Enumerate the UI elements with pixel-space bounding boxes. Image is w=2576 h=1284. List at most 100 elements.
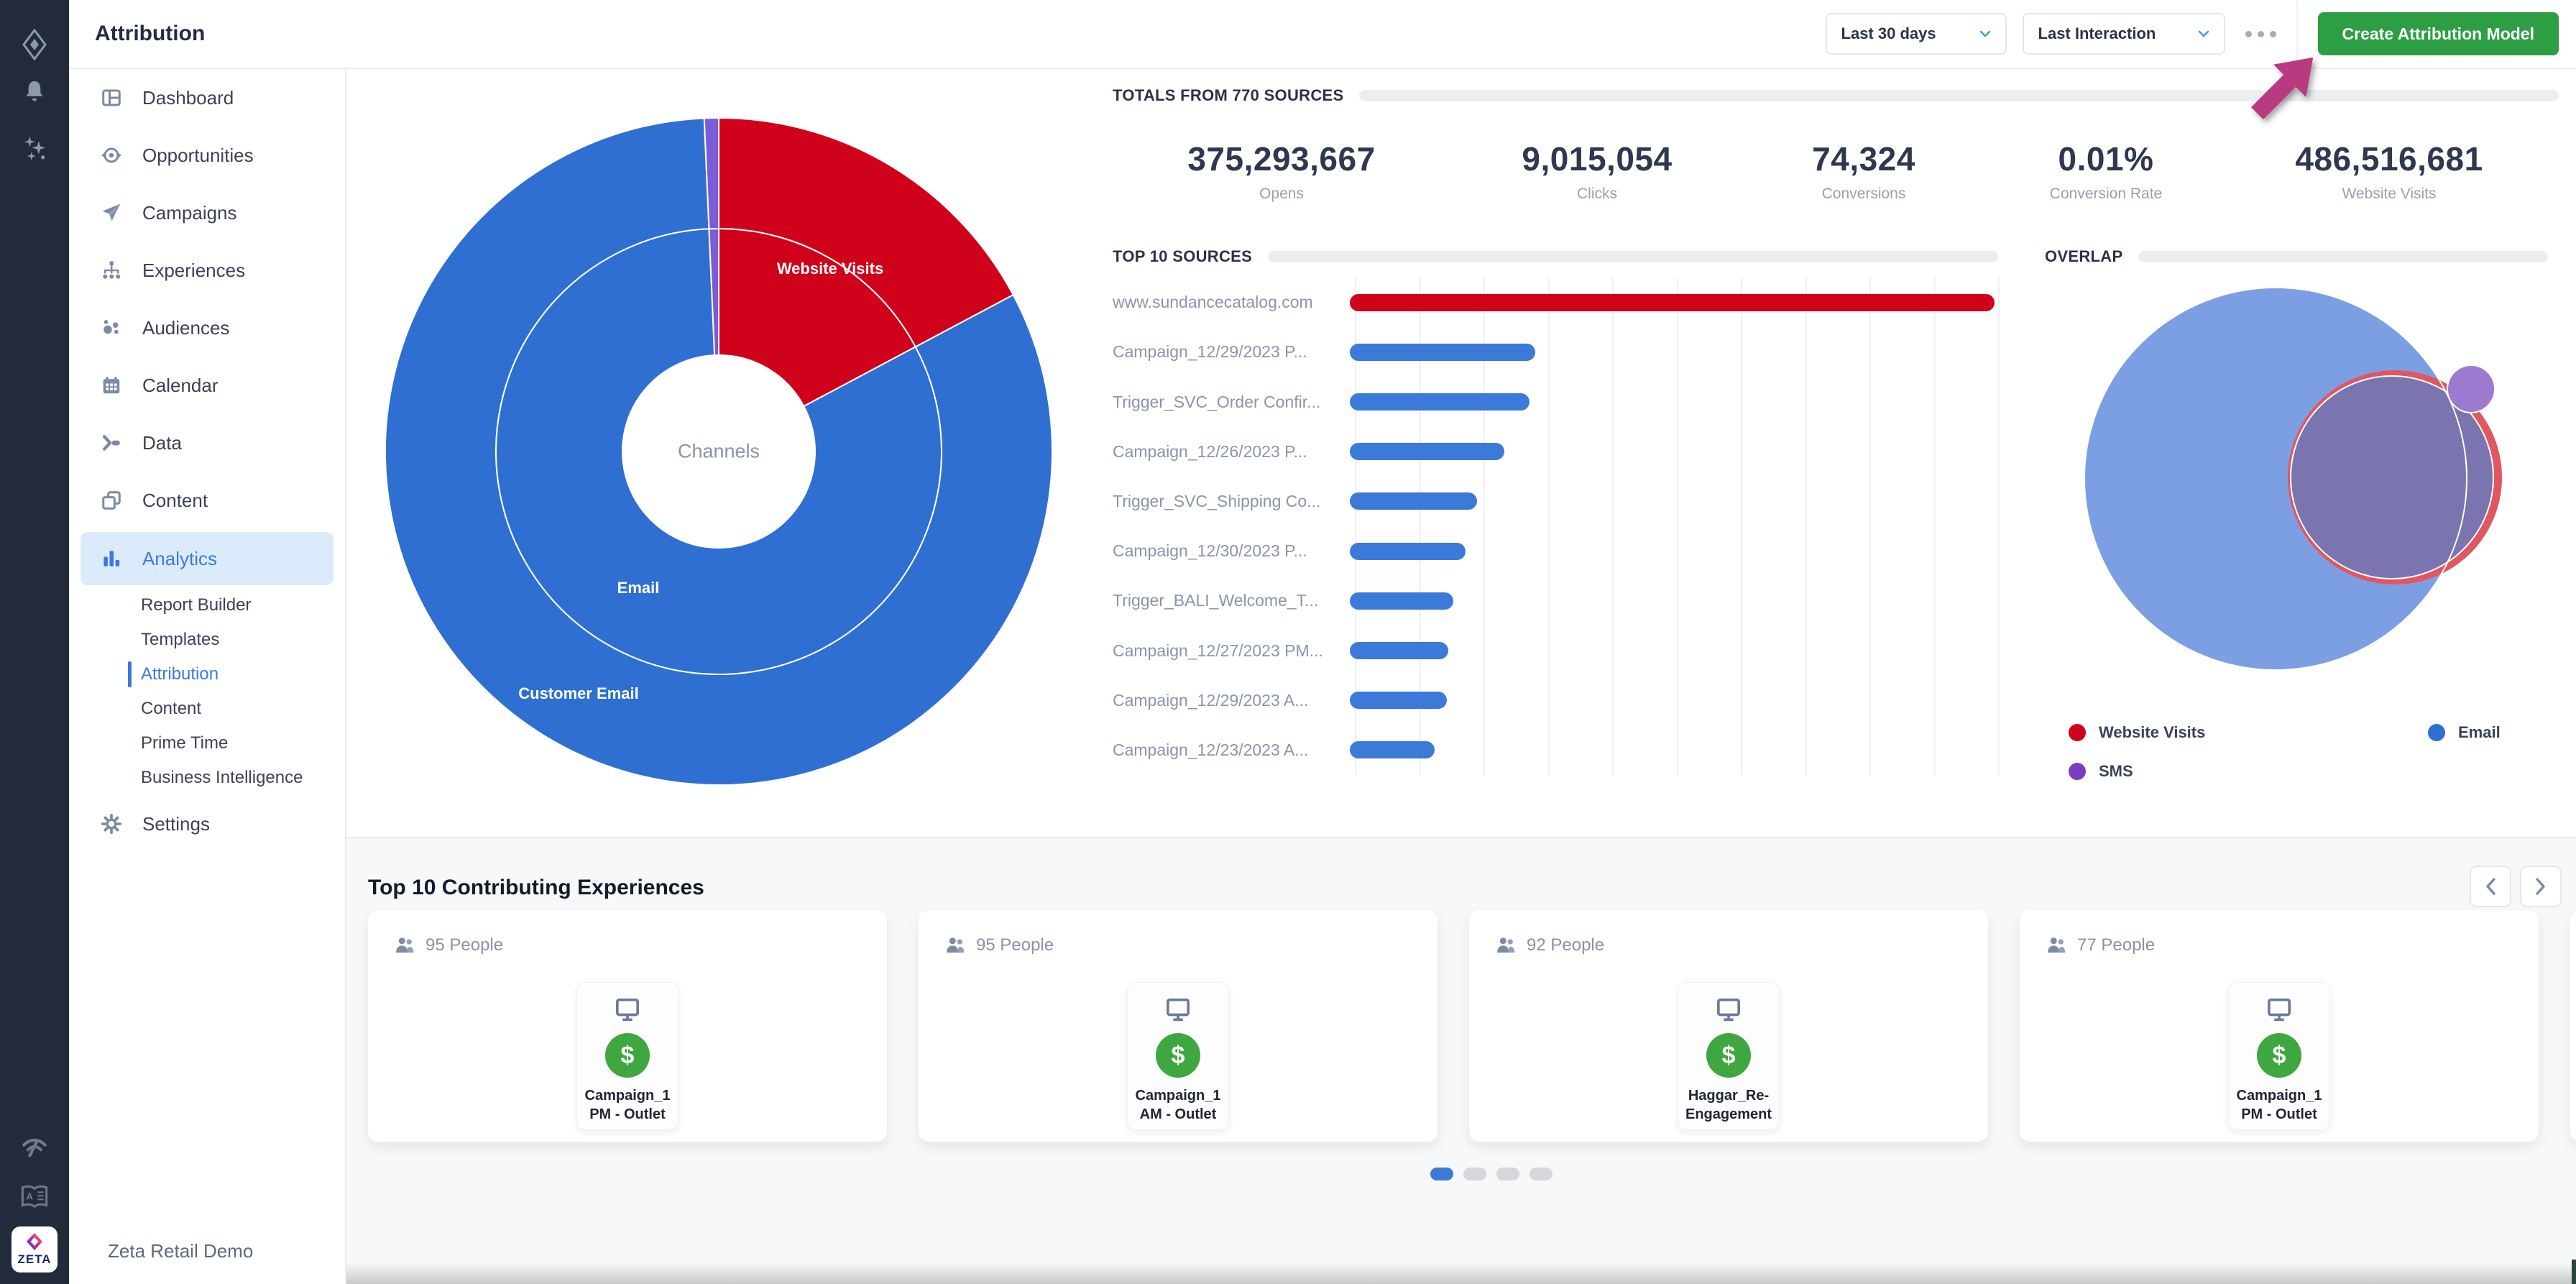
sidebar-item-calendar[interactable]: Calendar: [69, 357, 345, 414]
dashboard-icon: [101, 87, 122, 109]
sidebar-item-label: Campaigns: [142, 202, 237, 224]
source-bar: [1350, 344, 1535, 361]
sidebar-nav: Dashboard Opportunities Campaigns Experienc…: [69, 69, 345, 853]
source-row[interactable]: Trigger_BALI_Welcome_T...: [1113, 576, 2000, 625]
carousel-prev-button[interactable]: [2470, 866, 2511, 907]
sidebar-item-label: Data: [142, 432, 182, 454]
stat-website-visits: 486,516,681Website Visits: [2295, 139, 2483, 203]
people-icon: [394, 935, 415, 956]
date-range-value: Last 30 days: [1841, 24, 1936, 43]
source-label: Trigger_SVC_Order Confir...: [1113, 393, 1350, 412]
svg-text:A: A: [26, 1191, 33, 1201]
submenu-item-content[interactable]: Content: [69, 692, 345, 726]
source-label: Campaign_12/30/2023 P...: [1113, 541, 1350, 561]
overlap-section-bar: [2138, 251, 2548, 262]
source-row[interactable]: Campaign_12/29/2023 P...: [1113, 327, 2000, 377]
experience-name: Haggar_Re-Engagement: [1678, 1086, 1779, 1124]
sidebar-item-label: Opportunities: [142, 145, 254, 167]
source-row[interactable]: Trigger_SVC_Shipping Co...: [1113, 477, 2000, 526]
contributing-experiences-section: Top 10 Contributing Experiences 95 Peopl…: [346, 837, 2576, 1284]
ai-sparkles-icon[interactable]: [0, 134, 69, 165]
date-range-dropdown[interactable]: Last 30 days: [1826, 13, 2007, 55]
experience-card[interactable]: [2570, 910, 2576, 1142]
sidebar-item-campaigns[interactable]: Campaigns: [69, 184, 345, 242]
source-row[interactable]: Trigger_SVC_Order Confir...: [1113, 377, 2000, 426]
source-bar-track: [1350, 741, 1995, 758]
signal-icon[interactable]: [0, 1134, 69, 1160]
source-bar-track: [1350, 294, 1995, 311]
notifications-bell-icon[interactable]: [0, 78, 69, 106]
zeta-diamond-logo-icon[interactable]: [0, 29, 69, 60]
legend-label: Website Visits: [2099, 723, 2205, 742]
experience-card[interactable]: 95 People$Campaign_1 AM - Outlet: [919, 910, 1438, 1142]
app-rail: A ZETA: [0, 0, 69, 1284]
sidebar-item-dashboard[interactable]: Dashboard: [69, 69, 345, 127]
attribution-main: TOTALS FROM 770 SOURCES 375,293,667Opens…: [346, 70, 2576, 837]
legend-label: Email: [2458, 723, 2501, 742]
experience-node: $Campaign_1 PM - Outlet: [2228, 982, 2330, 1130]
content-icon: [101, 490, 122, 511]
source-row[interactable]: Campaign_12/27/2023 PM...: [1113, 625, 2000, 675]
submenu-item-attribution[interactable]: Attribution: [69, 657, 345, 692]
chevron-left-icon: [2485, 877, 2496, 896]
monitor-icon: [1164, 983, 1192, 1023]
calendar-icon: [101, 375, 122, 396]
pagination-dot[interactable]: [1496, 1168, 1519, 1180]
submenu-item-report-builder[interactable]: Report Builder: [69, 588, 345, 623]
experience-cards: 95 People$Campaign_1 PM - Outlet95 Peopl…: [368, 910, 2576, 1142]
submenu-item-prime-time[interactable]: Prime Time: [69, 726, 345, 761]
experience-card[interactable]: 77 People$Campaign_1 PM - Outlet: [2020, 910, 2539, 1142]
chevron-down-icon: [1979, 30, 1991, 37]
gear-icon: [101, 813, 122, 835]
sidebar-item-analytics[interactable]: Analytics: [80, 532, 334, 585]
header: Attribution Last 30 days Last Interactio…: [69, 0, 2576, 69]
experience-card[interactable]: 92 People$Haggar_Re-Engagement: [1469, 910, 1988, 1142]
experience-card[interactable]: 95 People$Campaign_1 PM - Outlet: [368, 910, 887, 1142]
sidebar-item-data[interactable]: Data: [69, 414, 345, 472]
sidebar-item-opportunities[interactable]: Opportunities: [69, 127, 345, 184]
source-label: www.sundancecatalog.com: [1113, 293, 1350, 312]
source-row[interactable]: Campaign_12/26/2023 P...: [1113, 427, 2000, 477]
sidebar-item-settings[interactable]: Settings: [69, 795, 345, 853]
submenu-item-templates[interactable]: Templates: [69, 623, 345, 657]
source-row[interactable]: Campaign_12/23/2023 A...: [1113, 725, 2000, 775]
source-bar-track: [1350, 543, 1995, 560]
source-label: Campaign_12/27/2023 PM...: [1113, 641, 1350, 661]
zeta-logo[interactable]: ZETA: [12, 1226, 58, 1272]
glossary-book-icon[interactable]: A: [0, 1185, 69, 1209]
pagination-dot[interactable]: [1463, 1168, 1486, 1180]
people-icon: [1495, 935, 1517, 956]
source-row[interactable]: Campaign_12/30/2023 P...: [1113, 526, 2000, 576]
carousel-next-button[interactable]: [2520, 866, 2562, 907]
people-icon: [2046, 935, 2067, 956]
attribution-model-dropdown[interactable]: Last Interaction: [2023, 13, 2225, 55]
totals-section-header: TOTALS FROM 770 SOURCES: [1113, 86, 2559, 105]
pagination-dot[interactable]: [1430, 1168, 1453, 1180]
source-row[interactable]: Campaign_12/29/2023 A...: [1113, 676, 2000, 725]
submenu-item-business-intelligence[interactable]: Business Intelligence: [69, 761, 345, 795]
source-label: Campaign_12/29/2023 A...: [1113, 691, 1350, 710]
experience-name: Campaign_1 PM - Outlet: [2229, 1086, 2329, 1124]
totals-section-bar: [1359, 90, 2559, 101]
legend-dot: [2069, 763, 2086, 780]
top-sources-list: www.sundancecatalog.com Campaign_12/29/20…: [1113, 278, 2000, 775]
source-bar: [1350, 443, 1504, 460]
monitor-icon: [2265, 983, 2294, 1023]
analytics-icon: [101, 548, 122, 569]
sidebar-item-experiences[interactable]: Experiences: [69, 242, 345, 299]
create-attribution-model-button[interactable]: Create Attribution Model: [2318, 12, 2559, 55]
experiences-title: Top 10 Contributing Experiences: [368, 876, 704, 900]
top-sources-section-label: TOP 10 SOURCES: [1113, 247, 1252, 266]
overlap-legend: Website VisitsEmailSMS: [2069, 723, 2557, 781]
sidebar-item-content[interactable]: Content: [69, 472, 345, 529]
sidebar: Dashboard Opportunities Campaigns Experienc…: [69, 69, 346, 1284]
sidebar-item-audiences[interactable]: Audiences: [69, 299, 345, 357]
source-bar-track: [1350, 592, 1995, 610]
source-bar: [1350, 492, 1477, 510]
source-row[interactable]: www.sundancecatalog.com: [1113, 278, 2000, 327]
more-options-button[interactable]: [2245, 31, 2276, 37]
legend-dot: [2428, 724, 2445, 741]
pagination-dot[interactable]: [1530, 1168, 1552, 1180]
sidebar-item-label: Analytics: [142, 548, 217, 570]
sidebar-item-label: Dashboard: [142, 87, 234, 109]
